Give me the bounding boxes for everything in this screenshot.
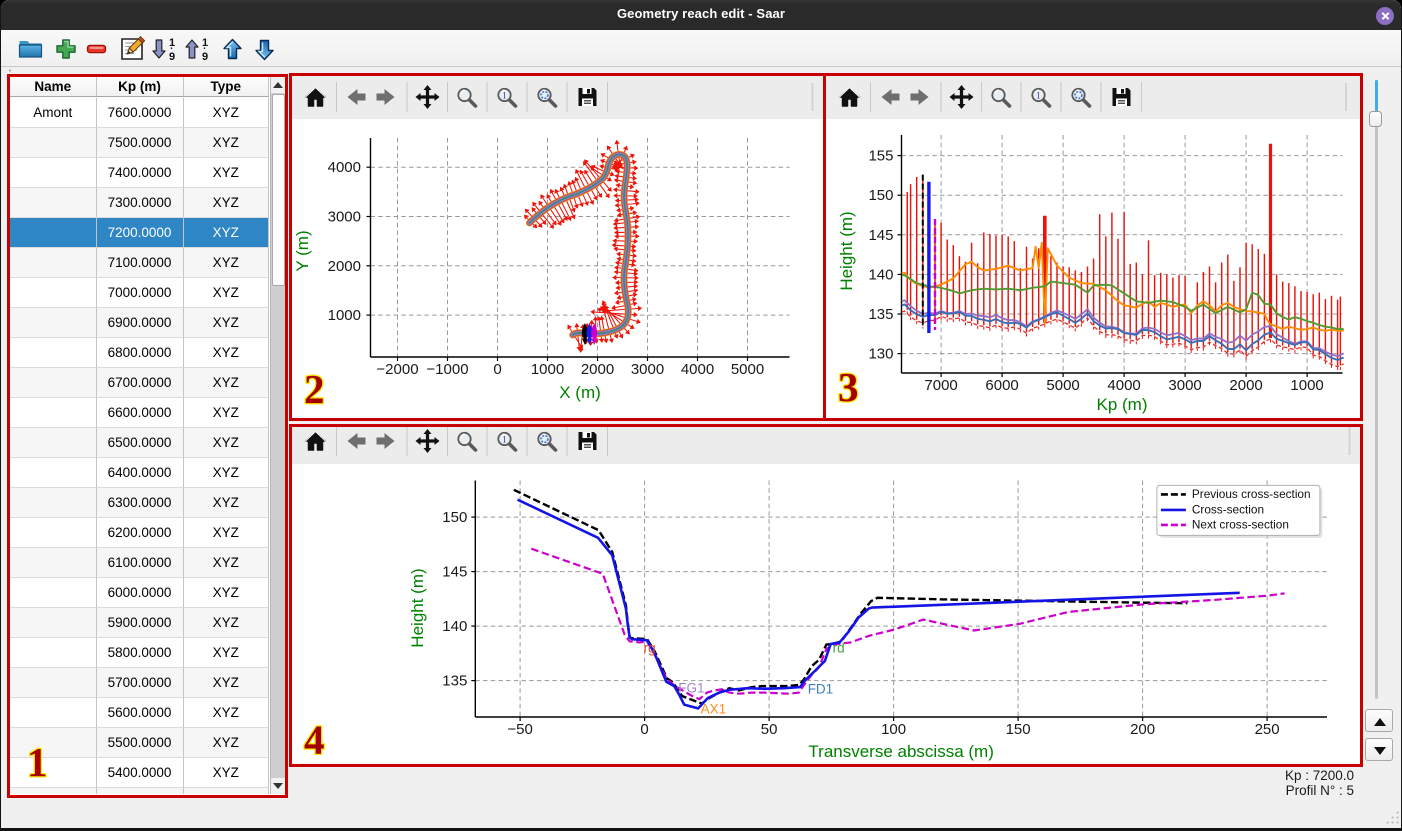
svg-text:Transverse abscissa (m): Transverse abscissa (m) xyxy=(808,742,993,761)
svg-text:145: 145 xyxy=(442,563,467,580)
svg-text:0: 0 xyxy=(640,721,648,738)
svg-text:AX1: AX1 xyxy=(701,701,727,716)
svg-text:0: 0 xyxy=(493,361,501,378)
svg-text:1000: 1000 xyxy=(531,361,564,378)
svg-text:Next cross-section: Next cross-section xyxy=(1192,517,1289,531)
svg-text:Y (m): Y (m) xyxy=(293,230,312,271)
svg-text:1: 1 xyxy=(1036,91,1041,101)
svg-text:100: 100 xyxy=(881,721,906,738)
svg-text:2000: 2000 xyxy=(1229,377,1262,394)
svg-text:3: 3 xyxy=(838,364,859,410)
svg-text:140: 140 xyxy=(868,266,893,283)
svg-text:1000: 1000 xyxy=(328,307,361,324)
svg-text:4000: 4000 xyxy=(328,159,361,176)
svg-text:FG1: FG1 xyxy=(678,680,704,695)
svg-text:5000: 5000 xyxy=(1046,377,1079,394)
svg-text:150: 150 xyxy=(442,509,467,526)
svg-text:−1000: −1000 xyxy=(426,361,468,378)
svg-text:200: 200 xyxy=(1130,721,1155,738)
svg-text:Height (m): Height (m) xyxy=(408,568,427,647)
svg-text:−50: −50 xyxy=(507,721,532,738)
svg-text:155: 155 xyxy=(868,148,893,165)
svg-text:1: 1 xyxy=(169,37,175,49)
svg-text:1: 1 xyxy=(502,434,507,444)
svg-text:7000: 7000 xyxy=(924,377,957,394)
svg-text:150: 150 xyxy=(868,187,893,204)
svg-text:1: 1 xyxy=(202,37,208,49)
svg-text:rd: rd xyxy=(833,640,845,655)
svg-text:130: 130 xyxy=(868,346,893,363)
svg-text:6000: 6000 xyxy=(985,377,1018,394)
svg-text:140: 140 xyxy=(442,618,467,635)
svg-text:135: 135 xyxy=(442,672,467,689)
svg-text:−2000: −2000 xyxy=(376,361,418,378)
svg-text:250: 250 xyxy=(1255,721,1280,738)
svg-text:4: 4 xyxy=(304,716,325,762)
svg-text:Previous cross-section: Previous cross-section xyxy=(1192,486,1311,500)
svg-text:X (m): X (m) xyxy=(559,383,601,402)
svg-text:2000: 2000 xyxy=(581,361,614,378)
svg-text:rg: rg xyxy=(644,640,656,655)
svg-text:4000: 4000 xyxy=(681,361,714,378)
svg-text:2000: 2000 xyxy=(328,258,361,275)
svg-text:2: 2 xyxy=(304,366,325,412)
svg-text:FD1: FD1 xyxy=(808,681,834,696)
svg-text:3000: 3000 xyxy=(328,209,361,226)
svg-text:135: 135 xyxy=(868,306,893,323)
svg-text:1000: 1000 xyxy=(1290,377,1323,394)
svg-text:9: 9 xyxy=(169,51,175,63)
svg-text:50: 50 xyxy=(761,721,778,738)
svg-text:9: 9 xyxy=(202,51,208,63)
svg-text:145: 145 xyxy=(868,227,893,244)
svg-text:3000: 3000 xyxy=(631,361,664,378)
svg-text:Kp (m): Kp (m) xyxy=(1097,395,1148,414)
svg-text:3000: 3000 xyxy=(1168,377,1201,394)
svg-text:Height (m): Height (m) xyxy=(837,211,856,290)
svg-text:150: 150 xyxy=(1006,721,1031,738)
svg-text:4000: 4000 xyxy=(1107,377,1140,394)
svg-text:1: 1 xyxy=(502,91,507,101)
svg-text:Cross-section: Cross-section xyxy=(1192,502,1264,516)
svg-text:5000: 5000 xyxy=(731,361,764,378)
